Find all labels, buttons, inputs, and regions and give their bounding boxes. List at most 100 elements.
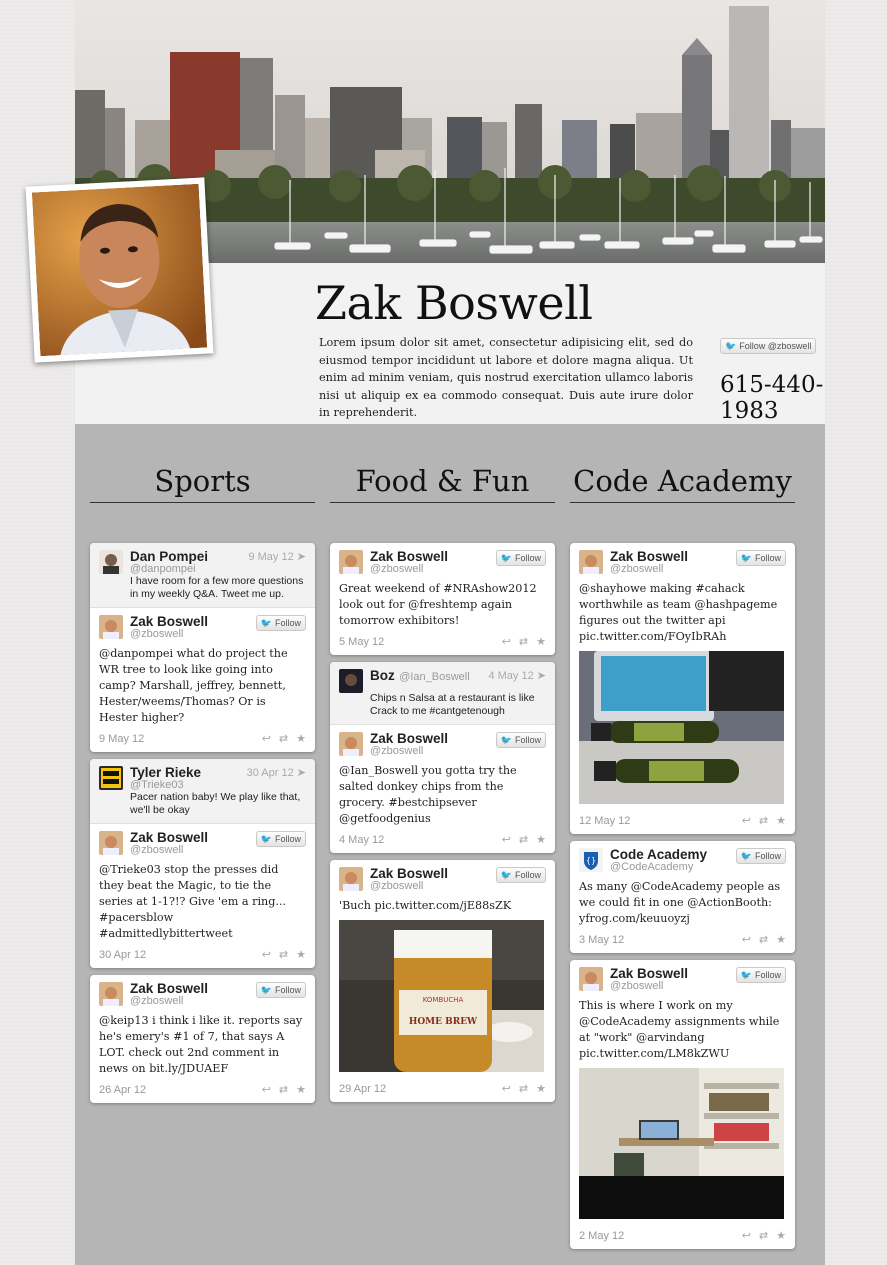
author-handle[interactable]: @zboswell — [130, 995, 256, 1008]
star-icon[interactable]: ★ — [536, 635, 546, 648]
reply-icon[interactable]: ↩ — [742, 814, 751, 827]
avatar[interactable] — [339, 550, 363, 574]
tweet-date[interactable]: 9 May 12 ➤ — [248, 550, 306, 563]
tweet-date[interactable]: 12 May 12 — [579, 815, 630, 827]
avatar[interactable] — [339, 732, 363, 756]
in-reply-to-tweet[interactable]: Tyler Rieke @Trieke03 30 Apr 12 ➤ Pacer … — [90, 759, 315, 824]
star-icon[interactable]: ★ — [776, 933, 786, 946]
avatar[interactable]: {} — [579, 848, 603, 872]
follow-button[interactable]: 🐦 Follow — [255, 615, 306, 631]
tweet-date-text[interactable]: 9 May 12 — [248, 551, 293, 563]
avatar[interactable] — [579, 550, 603, 574]
follow-button[interactable]: 🐦 Follow — [255, 982, 306, 998]
retweet-icon[interactable]: ⇄ — [759, 1229, 768, 1242]
author-name[interactable]: Boz — [370, 668, 395, 683]
author-name[interactable]: Zak Boswell — [130, 981, 208, 996]
twitter-bird-icon: ➤ — [296, 767, 306, 779]
retweet-icon[interactable]: ⇄ — [279, 948, 288, 961]
author-name[interactable]: Zak Boswell — [130, 830, 208, 845]
tweet-card: Boz @Ian_Boswell 4 May 12 ➤ Chips n Sals… — [330, 662, 555, 853]
in-reply-to-tweet[interactable]: Dan Pompei @danpompei 9 May 12 ➤ I have … — [90, 543, 315, 608]
retweet-icon[interactable]: ⇄ — [519, 833, 528, 846]
author-name[interactable]: Dan Pompei — [130, 549, 208, 564]
follow-button[interactable]: 🐦 Follow — [255, 831, 306, 847]
tweet-date[interactable]: 30 Apr 12 ➤ — [247, 766, 306, 779]
reply-icon[interactable]: ↩ — [262, 948, 271, 961]
tweet-date-text[interactable]: 4 May 12 — [488, 670, 533, 682]
tweet-card: Zak Boswell @zboswell 🐦 Follow @shayhowe … — [570, 543, 795, 834]
author-handle[interactable]: @zboswell — [370, 563, 496, 576]
tweet-text: @keip13 i think i like it. reports say h… — [99, 1014, 303, 1075]
star-icon[interactable]: ★ — [296, 1083, 306, 1096]
author-handle[interactable]: @Ian_Boswell — [399, 671, 469, 683]
author-handle[interactable]: @zboswell — [610, 563, 736, 576]
retweet-icon[interactable]: ⇄ — [279, 732, 288, 745]
star-icon[interactable]: ★ — [776, 1229, 786, 1242]
tweet-date[interactable]: 26 Apr 12 — [99, 1084, 146, 1096]
avatar[interactable] — [99, 831, 123, 855]
tweet-date[interactable]: 30 Apr 12 — [99, 949, 146, 961]
tweet-date[interactable]: 2 May 12 — [579, 1230, 624, 1242]
avatar[interactable] — [579, 967, 603, 991]
author-name[interactable]: Zak Boswell — [130, 614, 208, 629]
follow-button-top[interactable]: 🐦 Follow @zboswell — [720, 334, 817, 354]
author-name[interactable]: Zak Boswell — [370, 866, 448, 881]
tweet-photo-beer-laptop[interactable] — [579, 651, 784, 808]
reply-icon[interactable]: ↩ — [262, 732, 271, 745]
tweet-photo-kombucha[interactable]: KOMBUCHA HOME BREW — [339, 920, 544, 1076]
avatar[interactable] — [99, 550, 123, 574]
author-name[interactable]: Code Academy — [610, 847, 707, 862]
follow-button[interactable]: 🐦 Follow — [735, 967, 786, 983]
tweet-photo-office-desk[interactable] — [579, 1068, 784, 1223]
follow-button[interactable]: 🐦 Follow — [495, 732, 546, 748]
reply-icon[interactable]: ↩ — [502, 833, 511, 846]
tweet: Zak Boswell @zboswell 🐦 Follow This is wh… — [570, 960, 795, 1249]
author-handle[interactable]: @zboswell — [370, 880, 496, 893]
author-name[interactable]: Tyler Rieke — [130, 765, 201, 780]
star-icon[interactable]: ★ — [536, 1082, 546, 1095]
twitter-bird-icon: 🐦 — [740, 970, 752, 980]
reply-icon[interactable]: ↩ — [502, 1082, 511, 1095]
star-icon[interactable]: ★ — [536, 833, 546, 846]
follow-button[interactable]: 🐦 Follow — [735, 848, 786, 864]
star-icon[interactable]: ★ — [776, 814, 786, 827]
avatar[interactable] — [99, 766, 123, 790]
tweet-date[interactable]: 4 May 12 ➤ — [488, 669, 546, 682]
author-handle[interactable]: @zboswell — [130, 628, 256, 641]
author-name[interactable]: Zak Boswell — [610, 966, 688, 981]
tweet-date[interactable]: 5 May 12 — [339, 636, 384, 648]
retweet-icon[interactable]: ⇄ — [759, 814, 768, 827]
retweet-icon[interactable]: ⇄ — [519, 635, 528, 648]
tweet-date[interactable]: 4 May 12 — [339, 834, 384, 846]
tweet-date-text[interactable]: 30 Apr 12 — [247, 767, 294, 779]
avatar[interactable] — [99, 982, 123, 1006]
author-handle[interactable]: @zboswell — [130, 844, 256, 857]
star-icon[interactable]: ★ — [296, 732, 306, 745]
author-name[interactable]: Zak Boswell — [370, 731, 448, 746]
author-handle[interactable]: @zboswell — [370, 745, 496, 758]
avatar[interactable] — [99, 615, 123, 639]
tweet: Zak Boswell @zboswell 🐦 Follow @Ian_Boswe… — [330, 725, 555, 853]
reply-icon[interactable]: ↩ — [742, 933, 751, 946]
author-handle[interactable]: @zboswell — [610, 980, 736, 993]
author-name[interactable]: Zak Boswell — [610, 549, 688, 564]
author-name[interactable]: Zak Boswell — [370, 549, 448, 564]
retweet-icon[interactable]: ⇄ — [519, 1082, 528, 1095]
author-handle[interactable]: @CodeAcademy — [610, 861, 736, 874]
avatar[interactable] — [339, 669, 363, 693]
tweet-date[interactable]: 29 Apr 12 — [339, 1083, 386, 1095]
follow-button[interactable]: 🐦 Follow — [495, 550, 546, 566]
follow-button[interactable]: 🐦 Follow — [735, 550, 786, 566]
tweet-date[interactable]: 9 May 12 — [99, 733, 144, 745]
avatar[interactable] — [339, 867, 363, 891]
reply-icon[interactable]: ↩ — [262, 1083, 271, 1096]
retweet-icon[interactable]: ⇄ — [279, 1083, 288, 1096]
in-reply-to-tweet[interactable]: Boz @Ian_Boswell 4 May 12 ➤ Chips n Sals… — [330, 662, 555, 725]
reply-icon[interactable]: ↩ — [742, 1229, 751, 1242]
follow-button[interactable]: 🐦 Follow — [495, 867, 546, 883]
star-icon[interactable]: ★ — [296, 948, 306, 961]
twitter-bird-icon: 🐦 — [740, 851, 752, 861]
retweet-icon[interactable]: ⇄ — [759, 933, 768, 946]
reply-icon[interactable]: ↩ — [502, 635, 511, 648]
tweet-date[interactable]: 3 May 12 — [579, 934, 624, 946]
